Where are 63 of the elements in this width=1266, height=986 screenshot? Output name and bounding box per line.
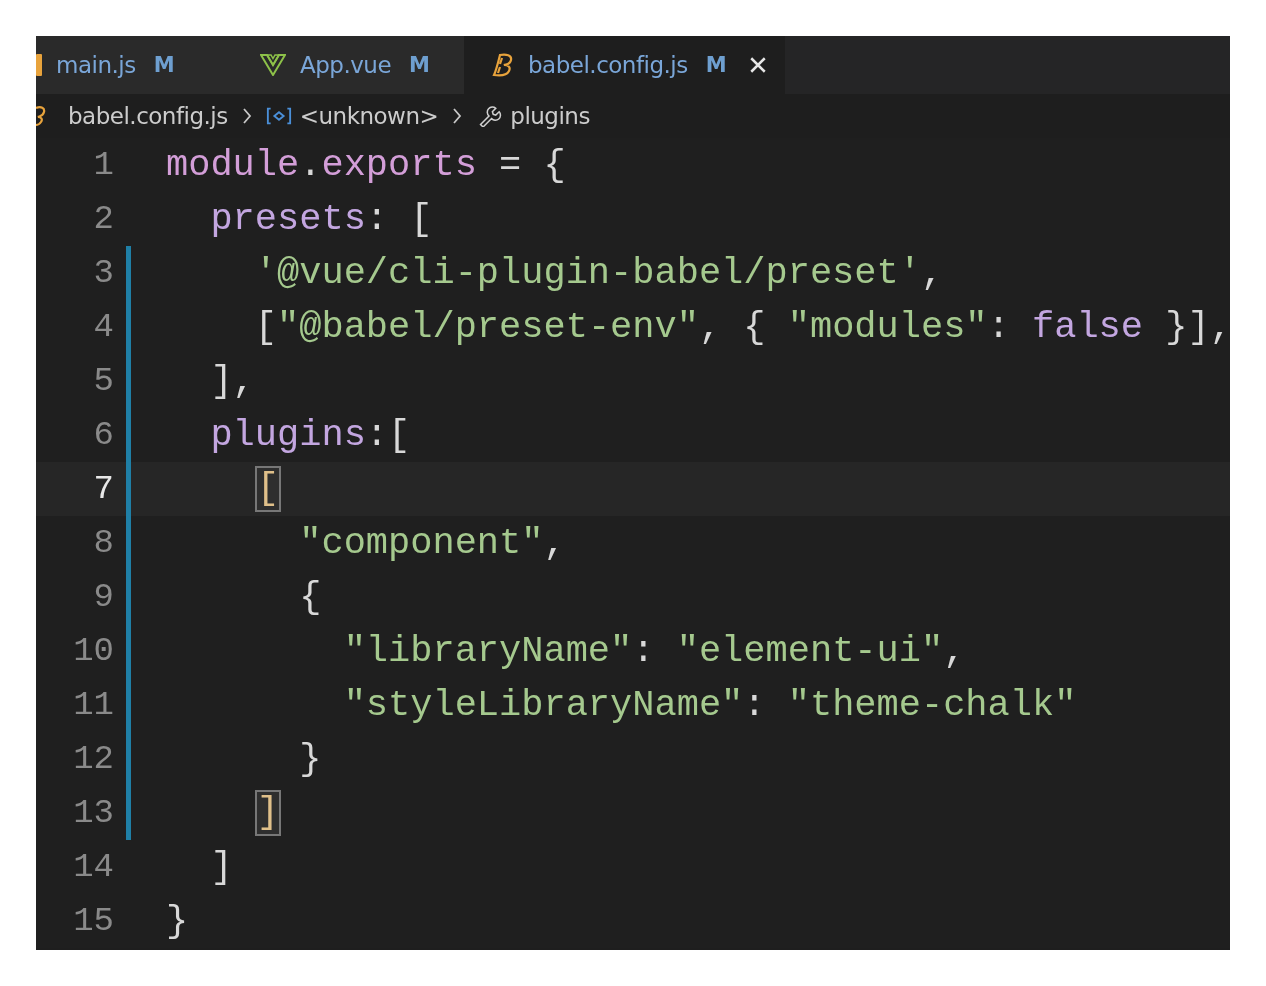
code-token: : xyxy=(632,629,656,674)
code-token: "element-ui" xyxy=(676,629,944,674)
matched-bracket: [ xyxy=(254,466,282,512)
code-token: }], xyxy=(1164,305,1230,350)
code-token: ], xyxy=(209,359,255,404)
code-token: : xyxy=(743,683,767,728)
line-number: 15 xyxy=(72,901,114,942)
wrench-icon xyxy=(476,105,503,127)
line-number: 7 xyxy=(92,469,114,510)
code-token: "styleLibraryName" xyxy=(342,683,744,728)
code-token: : [ xyxy=(365,197,433,242)
code-token: , xyxy=(920,251,944,296)
code-token: ] xyxy=(209,845,233,890)
chevron-right-icon xyxy=(452,107,463,125)
line-number: 5 xyxy=(92,361,114,402)
code-token: , xyxy=(943,629,966,674)
code-token: "@babel/preset-env" xyxy=(277,305,699,350)
symbol-object-icon xyxy=(265,105,292,127)
close-icon[interactable] xyxy=(748,56,767,74)
line-number: 13 xyxy=(72,793,114,834)
line-number: 9 xyxy=(92,577,114,618)
code-token: . xyxy=(299,143,322,188)
code-token: module xyxy=(166,143,300,188)
chevron-right-icon xyxy=(241,107,252,125)
code-token: } xyxy=(166,899,189,944)
code-token: false xyxy=(1032,305,1144,350)
line-number: 11 xyxy=(72,685,114,726)
editor-tab[interactable]: babel.config.js M xyxy=(464,36,785,94)
file-icon xyxy=(36,105,46,127)
breadcrumb-item[interactable]: <unknown> xyxy=(299,103,439,129)
line-number: 6 xyxy=(92,415,114,456)
code-token: "modules" xyxy=(787,305,988,350)
v-shape-icon xyxy=(260,54,286,76)
line-number: 12 xyxy=(72,739,114,780)
code-token: : xyxy=(987,305,1011,350)
line-number: 1 xyxy=(92,145,114,186)
code-token: } xyxy=(298,737,322,782)
code-token: , { xyxy=(698,305,767,350)
code-token: exports xyxy=(321,143,477,188)
code-token: [ xyxy=(253,305,278,350)
breadcrumb-item[interactable]: babel.config.js xyxy=(68,103,228,129)
editor-tab[interactable]: App.vue M xyxy=(234,36,464,94)
code-token: "theme-chalk" xyxy=(787,683,1077,728)
code-token: '@vue/cli-plugin-babel/preset' xyxy=(253,251,921,296)
line-number: 14 xyxy=(72,847,114,888)
line-number: 4 xyxy=(92,307,114,348)
code-token: "libraryName" xyxy=(342,629,633,674)
matched-bracket: ] xyxy=(254,790,282,836)
line-number: 8 xyxy=(92,523,114,564)
line-number: 10 xyxy=(72,631,114,672)
code-token: "component" xyxy=(298,521,544,566)
line-number: 2 xyxy=(92,199,114,240)
code-token: plugins xyxy=(209,413,366,458)
code-token: :[ xyxy=(365,413,411,458)
file-icon xyxy=(492,53,514,77)
line-number: 3 xyxy=(92,253,114,294)
file-icon xyxy=(36,54,42,76)
editor-tab[interactable]: main.js M xyxy=(36,36,234,94)
code-token: { xyxy=(298,575,322,620)
breadcrumb-item[interactable]: plugins xyxy=(510,103,590,129)
code-token: , xyxy=(543,521,566,566)
code-token: = { xyxy=(498,143,566,188)
code-token: presets xyxy=(209,197,366,242)
